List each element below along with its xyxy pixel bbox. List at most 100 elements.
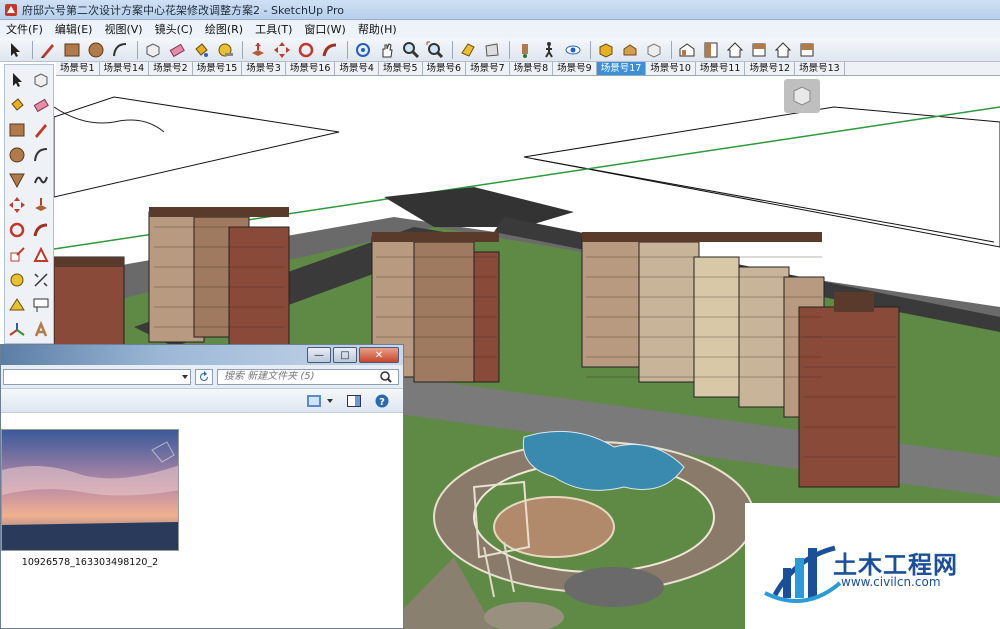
previous-view-icon[interactable] (457, 39, 479, 61)
circle-icon[interactable] (5, 142, 29, 167)
select-icon[interactable] (5, 67, 29, 92)
freehand-icon[interactable] (29, 167, 53, 192)
scene-tab[interactable]: 场景号15 (193, 62, 243, 75)
scene-tab[interactable]: 场景号11 (696, 62, 746, 75)
next-view-icon[interactable] (481, 39, 503, 61)
position-camera-icon[interactable] (514, 39, 536, 61)
rotate-icon[interactable] (5, 217, 29, 242)
3d-text-icon[interactable] (29, 317, 53, 342)
dimension-icon[interactable] (29, 267, 53, 292)
refresh-icon[interactable] (195, 369, 213, 385)
scene-tab[interactable]: 场景号7 (466, 62, 510, 75)
image-thumbnail[interactable] (1, 429, 179, 551)
share-component-icon[interactable] (643, 39, 665, 61)
scene-tab[interactable]: 场景号13 (795, 62, 845, 75)
iso-view-icon[interactable] (676, 39, 698, 61)
scene-tab[interactable]: 场景号14 (100, 62, 150, 75)
polygon-icon[interactable] (5, 167, 29, 192)
top-view-icon[interactable] (700, 39, 722, 61)
zoom-icon[interactable] (400, 39, 422, 61)
scene-tab[interactable]: 场景号4 (335, 62, 379, 75)
tape-measure-icon[interactable] (214, 39, 236, 61)
scene-tab[interactable]: 场景号6 (423, 62, 467, 75)
axes-icon[interactable] (5, 317, 29, 342)
window-controls: — □ ✕ (305, 347, 399, 363)
menu-bar: 文件(F) 编辑(E) 视图(V) 镜头(C) 绘图(R) 工具(T) 窗口(W… (0, 20, 1000, 38)
menu-file[interactable]: 文件(F) (0, 21, 49, 37)
front-view-icon[interactable] (724, 39, 746, 61)
scene-tab[interactable]: 场景号1 (56, 62, 100, 75)
view-cube-icon[interactable] (784, 79, 820, 113)
menu-tools[interactable]: 工具(T) (249, 21, 298, 37)
select-icon[interactable] (4, 39, 26, 61)
walk-icon[interactable] (538, 39, 560, 61)
chevron-down-icon[interactable] (180, 372, 190, 382)
rotate-icon[interactable] (295, 39, 317, 61)
search-icon[interactable] (379, 370, 393, 384)
text-icon[interactable] (29, 292, 53, 317)
pencil-icon[interactable] (37, 39, 59, 61)
follow-me-icon[interactable] (319, 39, 341, 61)
paint-bucket-icon[interactable] (190, 39, 212, 61)
explorer-window: — □ ✕ 搜索 新建文件夹 (5) ? 10926578_1633034981… (0, 344, 404, 629)
pan-icon[interactable] (376, 39, 398, 61)
look-around-icon[interactable] (562, 39, 584, 61)
menu-view[interactable]: 视图(V) (98, 21, 148, 37)
menu-camera[interactable]: 镜头(C) (149, 21, 199, 37)
close-button[interactable]: ✕ (359, 347, 399, 363)
orbit-icon[interactable] (352, 39, 374, 61)
scene-tab[interactable]: 场景号9 (553, 62, 597, 75)
file-list: 10926578_163303498120_2 (1, 413, 403, 628)
tape-measure-icon[interactable] (5, 267, 29, 292)
path-input[interactable] (3, 369, 191, 385)
help-icon[interactable]: ? (373, 393, 391, 409)
make-component-icon[interactable] (142, 39, 164, 61)
paint-bucket-icon[interactable] (5, 92, 29, 117)
push-pull-icon[interactable] (247, 39, 269, 61)
scene-tab[interactable]: 场景号10 (646, 62, 696, 75)
preview-pane-icon[interactable] (345, 393, 363, 409)
scene-tab[interactable]: 场景号3 (242, 62, 286, 75)
offset-icon[interactable] (29, 242, 53, 267)
scene-tab[interactable]: 场景号12 (745, 62, 796, 75)
protractor-icon[interactable] (5, 292, 29, 317)
minimize-button[interactable]: — (307, 347, 331, 363)
scene-tab[interactable]: 场景号8 (510, 62, 554, 75)
toolbar-divider (509, 40, 510, 59)
main-toolbar (0, 38, 1000, 62)
follow-me-icon[interactable] (29, 217, 53, 242)
arc-icon[interactable] (109, 39, 131, 61)
menu-edit[interactable]: 编辑(E) (49, 21, 99, 37)
eraser-icon[interactable] (166, 39, 188, 61)
left-view-icon[interactable] (796, 39, 818, 61)
arc-icon[interactable] (29, 142, 53, 167)
eraser-icon[interactable] (29, 92, 53, 117)
chevron-down-icon[interactable] (321, 393, 339, 409)
scene-tab[interactable]: 场景号16 (286, 62, 336, 75)
move-icon[interactable] (5, 192, 29, 217)
push-pull-icon[interactable] (29, 192, 53, 217)
scene-tab[interactable]: 场景号5 (379, 62, 423, 75)
maximize-button[interactable]: □ (333, 347, 357, 363)
get-models-icon[interactable] (595, 39, 617, 61)
menu-help[interactable]: 帮助(H) (352, 21, 403, 37)
line-icon[interactable] (29, 117, 53, 142)
file-name-label[interactable]: 10926578_163303498120_2 (1, 557, 179, 568)
menu-draw[interactable]: 绘图(R) (199, 21, 249, 37)
scene-tab-active[interactable]: 场景号17 (596, 62, 647, 75)
share-model-icon[interactable] (619, 39, 641, 61)
rectangle-icon[interactable] (61, 39, 83, 61)
right-view-icon[interactable] (748, 39, 770, 61)
zoom-extents-icon[interactable] (424, 39, 446, 61)
rectangle-icon[interactable] (5, 117, 29, 142)
scale-icon[interactable] (5, 242, 29, 267)
make-component-icon[interactable] (29, 67, 53, 92)
building-group-left (54, 207, 290, 358)
explorer-title-bar[interactable]: — □ ✕ (1, 345, 403, 365)
move-icon[interactable] (271, 39, 293, 61)
menu-window[interactable]: 窗口(W) (298, 21, 351, 37)
search-input[interactable]: 搜索 新建文件夹 (5) (217, 369, 399, 385)
scene-tab[interactable]: 场景号2 (149, 62, 193, 75)
circle-icon[interactable] (85, 39, 107, 61)
back-view-icon[interactable] (772, 39, 794, 61)
